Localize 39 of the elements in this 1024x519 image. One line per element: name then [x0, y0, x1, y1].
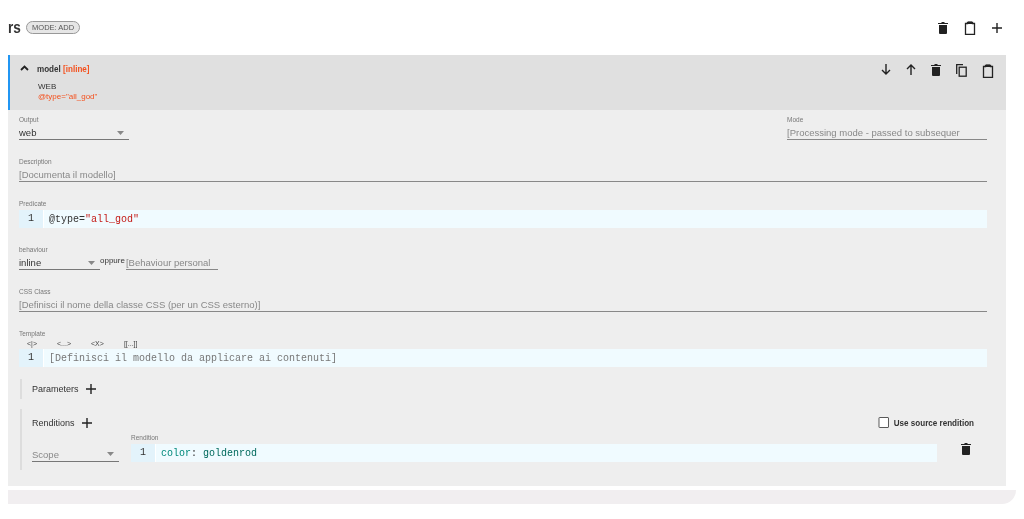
- trash-icon[interactable]: [961, 443, 971, 455]
- css-class-field[interactable]: [Definisci il nome della classe CSS (per un CSS esterno)]: [19, 298, 987, 312]
- clipboard-icon[interactable]: [964, 20, 976, 35]
- copy-icon[interactable]: [956, 64, 967, 77]
- code-line[interactable]: @type="all_god": [44, 213, 140, 225]
- description-field[interactable]: [Documenta il modello]: [19, 168, 987, 182]
- trash-icon[interactable]: [931, 64, 941, 76]
- section-title: Renditions: [32, 417, 75, 428]
- predicate-summary: @type="all_god": [38, 92, 99, 102]
- template-editor[interactable]: 1 [Definisci il modello da applicare ai contenuti]: [19, 349, 987, 367]
- section-title: Parameters: [32, 384, 79, 394]
- model-title: model [inline]: [37, 62, 90, 74]
- line-number: 1: [19, 349, 44, 367]
- clipboard-icon[interactable]: [982, 64, 994, 78]
- output-summary: WEB: [38, 82, 58, 92]
- code-placeholder[interactable]: [Definisci il modello da applicare ai contenuti]: [44, 352, 338, 364]
- dropdown-arrow-icon: [117, 130, 124, 135]
- mode-field[interactable]: [Processing mode - passed to subsequer: [787, 126, 987, 140]
- behaviour-select[interactable]: inline: [19, 256, 100, 270]
- output-select[interactable]: web: [19, 126, 129, 140]
- dropdown-arrow-icon: [88, 260, 95, 265]
- behaviour-field[interactable]: [Behaviour personal: [125, 256, 218, 270]
- checkbox[interactable]: [878, 417, 890, 428]
- plus-icon[interactable]: [85, 384, 96, 394]
- arrow-down-icon[interactable]: [881, 64, 891, 75]
- plus-icon[interactable]: [992, 22, 1002, 33]
- plus-icon[interactable]: [81, 417, 92, 428]
- or-text: oppure: [100, 256, 125, 265]
- code-line[interactable]: color: goldenrod: [156, 447, 258, 459]
- predicate-editor[interactable]: 1 @type="all_god": [19, 210, 987, 228]
- dropdown-arrow-icon: [107, 452, 114, 456]
- arrow-up-icon[interactable]: [906, 64, 916, 75]
- line-number: 1: [131, 444, 156, 462]
- rendition-editor[interactable]: 1 color: goldenrod: [131, 444, 937, 462]
- checkbox-label: Use source rendition: [894, 417, 975, 428]
- collapse-caret-icon[interactable]: [20, 65, 29, 71]
- line-number: 1: [19, 210, 44, 228]
- trash-icon[interactable]: [938, 21, 948, 34]
- page-title: rs: [8, 17, 21, 38]
